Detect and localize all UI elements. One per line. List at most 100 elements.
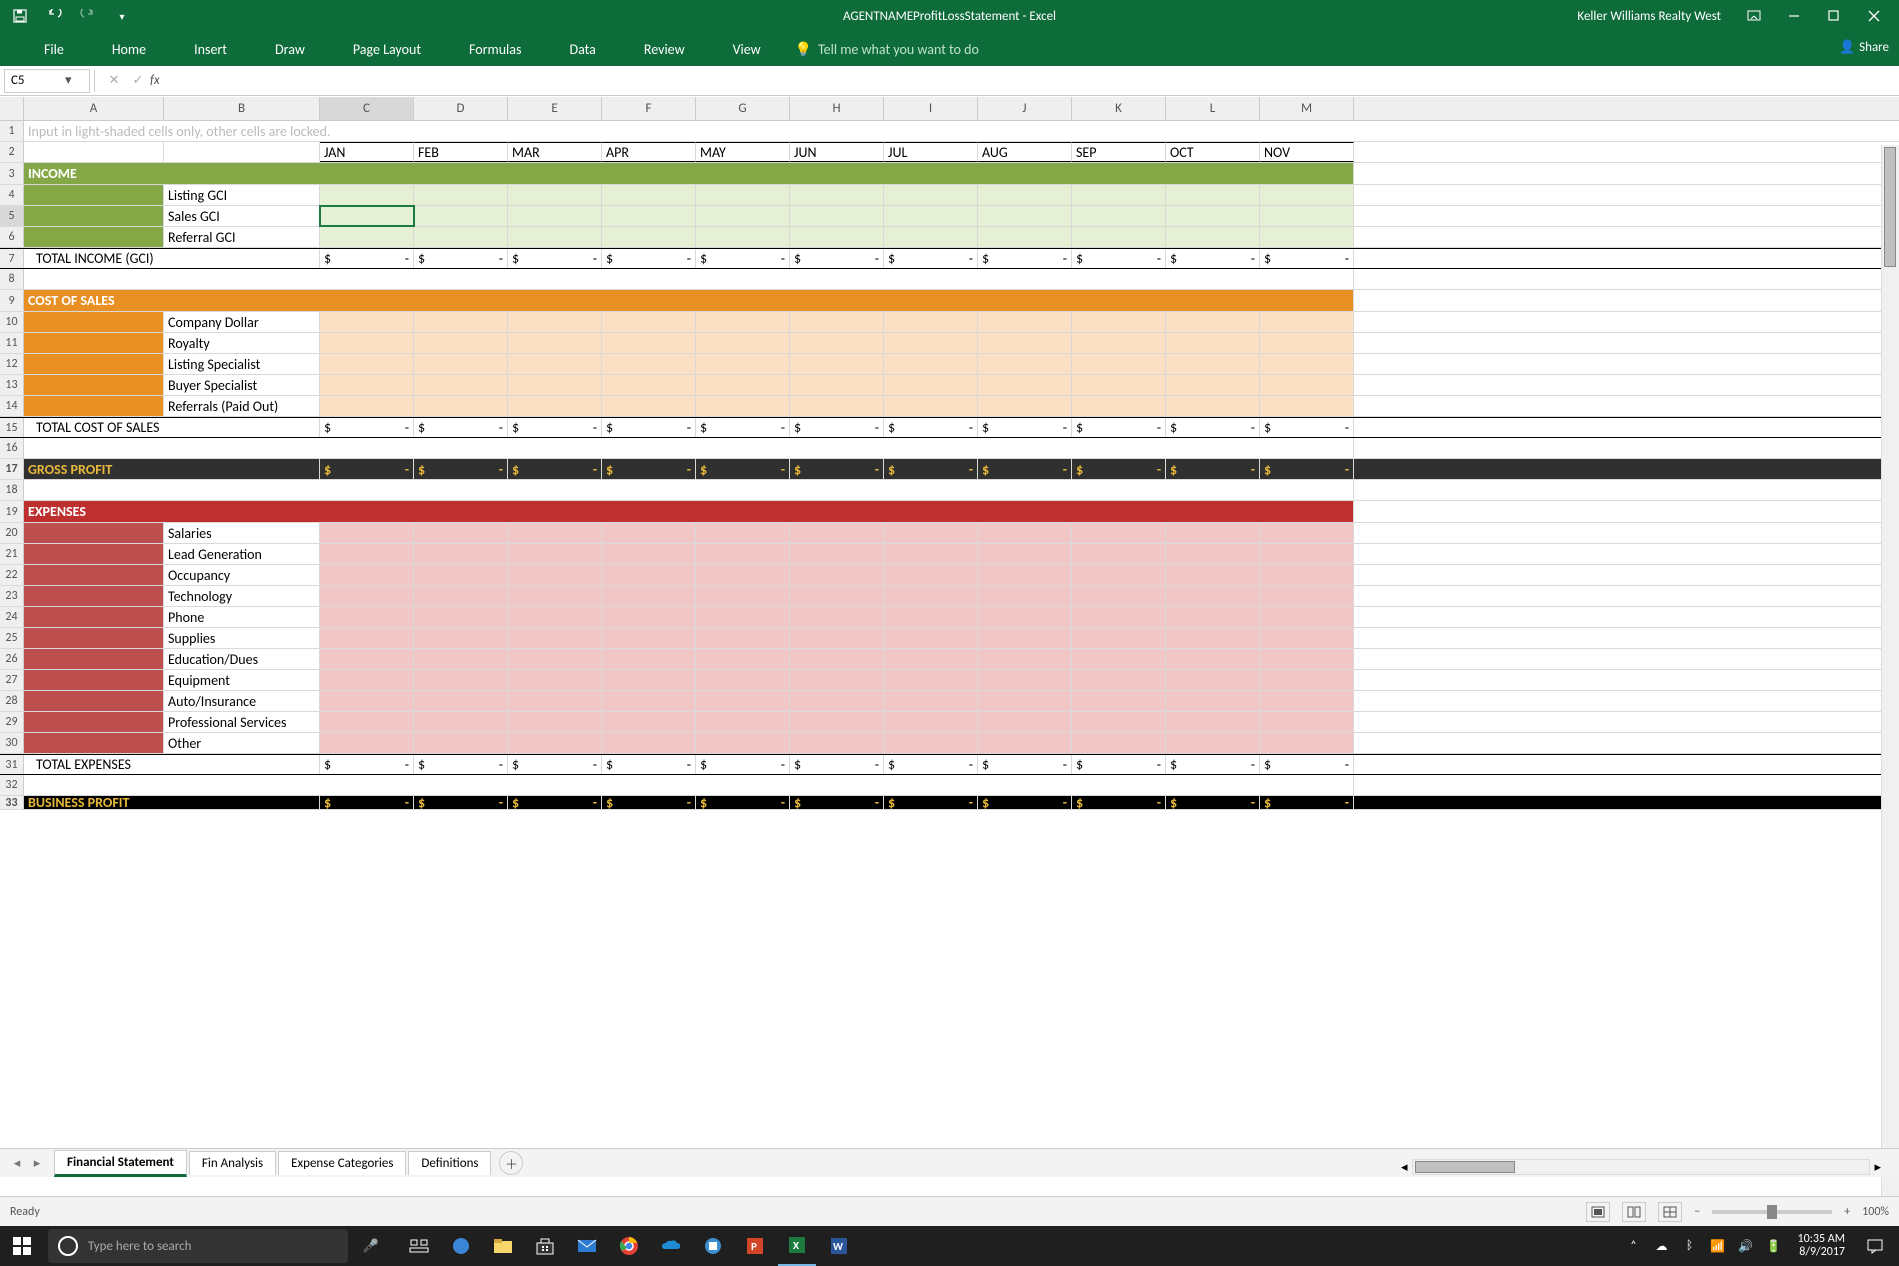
- month-header[interactable]: MAY: [696, 142, 790, 162]
- cell[interactable]: [978, 185, 1072, 205]
- tray-cloud-icon[interactable]: ☁: [1650, 1226, 1674, 1266]
- cell[interactable]: [320, 544, 414, 564]
- cell[interactable]: $-: [1072, 418, 1166, 437]
- cell[interactable]: [1260, 333, 1354, 353]
- cell[interactable]: $-: [602, 418, 696, 437]
- cell[interactable]: [24, 691, 164, 711]
- cell[interactable]: [978, 691, 1072, 711]
- cell[interactable]: [696, 628, 790, 648]
- cell[interactable]: [1072, 396, 1166, 416]
- cell[interactable]: [508, 354, 602, 374]
- cell[interactable]: $-: [790, 459, 884, 479]
- cell[interactable]: $-: [508, 459, 602, 479]
- cell[interactable]: [602, 354, 696, 374]
- scroll-thumb[interactable]: [1415, 1161, 1515, 1173]
- total-income-label[interactable]: TOTAL INCOME (GCI): [24, 249, 320, 268]
- row-header[interactable]: 7: [0, 249, 24, 268]
- row-header[interactable]: 5: [0, 206, 24, 226]
- cell[interactable]: [1166, 712, 1260, 732]
- account-name[interactable]: Keller Williams Realty West: [1577, 9, 1721, 24]
- row-header[interactable]: 24: [0, 607, 24, 627]
- cell[interactable]: [508, 523, 602, 543]
- cell[interactable]: [1166, 628, 1260, 648]
- cell[interactable]: [884, 607, 978, 627]
- qat-customize-icon[interactable]: ▾: [112, 4, 132, 28]
- cell[interactable]: [164, 142, 320, 162]
- cell[interactable]: [1260, 227, 1354, 247]
- cell[interactable]: [508, 396, 602, 416]
- month-header[interactable]: JUL: [884, 142, 978, 162]
- cell[interactable]: [1166, 312, 1260, 332]
- cell[interactable]: [320, 396, 414, 416]
- cell[interactable]: [24, 142, 164, 162]
- cell[interactable]: [1260, 206, 1354, 226]
- cell[interactable]: [1260, 649, 1354, 669]
- cell[interactable]: [884, 565, 978, 585]
- cell[interactable]: [884, 691, 978, 711]
- cell[interactable]: [884, 227, 978, 247]
- cell[interactable]: [602, 185, 696, 205]
- cell[interactable]: $-: [508, 249, 602, 268]
- cell[interactable]: [1166, 375, 1260, 395]
- cell[interactable]: [1166, 523, 1260, 543]
- tray-volume-icon[interactable]: 🔊: [1734, 1226, 1758, 1266]
- tab-insert[interactable]: Insert: [170, 32, 251, 66]
- cell[interactable]: [1260, 565, 1354, 585]
- taskbar-search[interactable]: Type here to search: [48, 1229, 348, 1263]
- col-header[interactable]: I: [884, 97, 978, 120]
- expense-item-label[interactable]: Auto/Insurance: [164, 691, 320, 711]
- cell[interactable]: [790, 544, 884, 564]
- cell[interactable]: [884, 396, 978, 416]
- horizontal-scrollbar[interactable]: [1412, 1159, 1871, 1175]
- cell[interactable]: [1260, 185, 1354, 205]
- cell[interactable]: [696, 375, 790, 395]
- cell[interactable]: [414, 354, 508, 374]
- cell[interactable]: [1072, 227, 1166, 247]
- new-sheet-button[interactable]: ＋: [499, 1151, 523, 1175]
- cell[interactable]: [1260, 628, 1354, 648]
- cell[interactable]: [508, 312, 602, 332]
- tab-home[interactable]: Home: [88, 32, 170, 66]
- cell[interactable]: [696, 733, 790, 753]
- page-break-view-icon[interactable]: [1658, 1202, 1682, 1222]
- cell[interactable]: [24, 670, 164, 690]
- cell[interactable]: $-: [508, 796, 602, 809]
- cell[interactable]: $-: [1166, 796, 1260, 809]
- cell[interactable]: $-: [320, 796, 414, 809]
- expense-item-label[interactable]: Professional Services: [164, 712, 320, 732]
- cell[interactable]: [696, 396, 790, 416]
- cell[interactable]: [696, 649, 790, 669]
- row-header[interactable]: 30: [0, 733, 24, 753]
- cell[interactable]: [978, 333, 1072, 353]
- sheet-tab-expense-categories[interactable]: Expense Categories: [278, 1151, 406, 1175]
- tab-page-layout[interactable]: Page Layout: [329, 32, 445, 66]
- cell[interactable]: [884, 628, 978, 648]
- section-cos-header[interactable]: COST OF SALES: [24, 290, 1354, 311]
- row-header[interactable]: 6: [0, 227, 24, 247]
- grid[interactable]: 1Input in light-shaded cells only, other…: [0, 121, 1899, 1207]
- tab-review[interactable]: Review: [620, 32, 709, 66]
- enter-formula-icon[interactable]: ✓: [126, 73, 150, 88]
- cell[interactable]: [1166, 607, 1260, 627]
- cell[interactable]: [790, 206, 884, 226]
- cell[interactable]: $-: [414, 755, 508, 774]
- month-header[interactable]: SEP: [1072, 142, 1166, 162]
- cell[interactable]: [1260, 312, 1354, 332]
- taskbar-clock[interactable]: 10:35 AM 8/9/2017: [1798, 1233, 1845, 1259]
- cell[interactable]: [602, 649, 696, 669]
- month-header[interactable]: JUN: [790, 142, 884, 162]
- cell[interactable]: [790, 628, 884, 648]
- cell[interactable]: [790, 670, 884, 690]
- cell[interactable]: [884, 586, 978, 606]
- cell[interactable]: [978, 312, 1072, 332]
- cell[interactable]: $-: [884, 459, 978, 479]
- cell[interactable]: [414, 712, 508, 732]
- cell[interactable]: [978, 544, 1072, 564]
- scroll-thumb[interactable]: [1884, 147, 1896, 267]
- cell[interactable]: [696, 312, 790, 332]
- cell[interactable]: [1072, 691, 1166, 711]
- tell-me-search[interactable]: 💡 Tell me what you want to do: [795, 41, 979, 58]
- col-header[interactable]: G: [696, 97, 790, 120]
- cell[interactable]: [24, 712, 164, 732]
- cell[interactable]: [978, 565, 1072, 585]
